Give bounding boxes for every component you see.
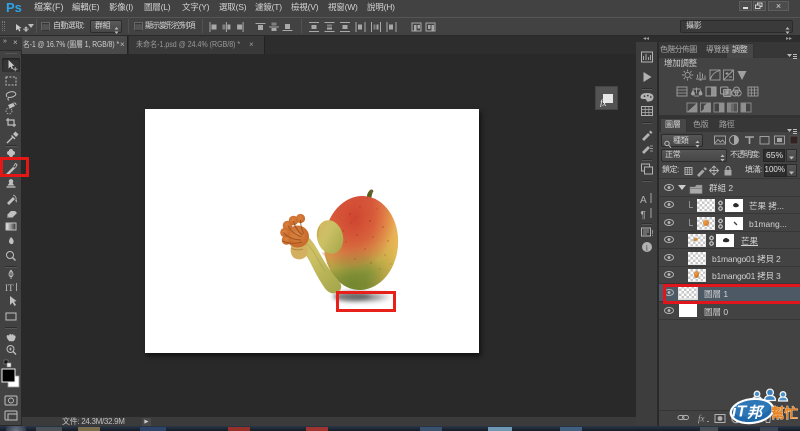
- svg-text:IT: IT: [5, 283, 14, 293]
- svg-text:iT: iT: [732, 404, 747, 421]
- svg-text:幫忙: 幫忙: [771, 405, 799, 421]
- svg-text:fx: fx: [698, 414, 705, 424]
- svg-text:¶: ¶: [641, 210, 646, 221]
- svg-text:A: A: [640, 195, 647, 206]
- svg-text:fx: fx: [600, 98, 607, 107]
- svg-text:!: !: [652, 229, 654, 238]
